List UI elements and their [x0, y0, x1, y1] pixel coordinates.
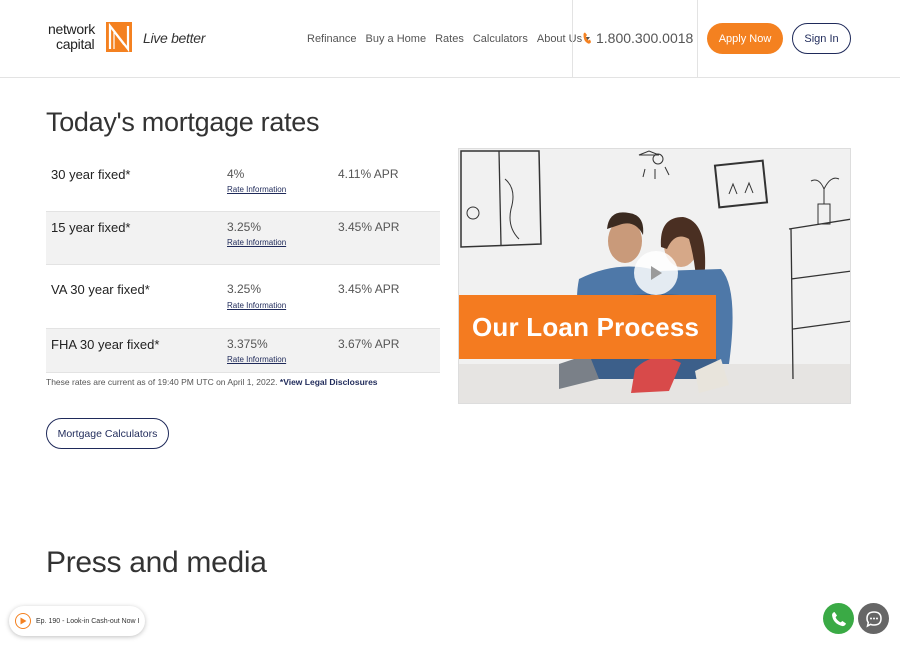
- mortgage-calculators-button[interactable]: Mortgage Calculators: [46, 418, 169, 449]
- play-icon: [651, 266, 662, 280]
- podcast-play-button[interactable]: [15, 613, 31, 629]
- logo[interactable]: network capital: [48, 20, 138, 56]
- nav-buy-a-home[interactable]: Buy a Home: [366, 33, 427, 45]
- press-title: Press and media: [46, 546, 267, 579]
- nav-refinance[interactable]: Refinance: [307, 33, 357, 45]
- podcast-player[interactable]: Ep. 190 - Look-in Cash-out Now I: [9, 606, 145, 636]
- rate-apr: 4.11% APR: [338, 167, 399, 181]
- rate-info-link[interactable]: Rate Information: [227, 301, 286, 310]
- video-title-banner: Our Loan Process: [459, 295, 716, 359]
- loan-process-video[interactable]: Our Loan Process: [458, 148, 851, 404]
- chat-button[interactable]: [858, 603, 889, 634]
- rate-info-link[interactable]: Rate Information: [227, 238, 286, 247]
- tagline: Live better: [143, 30, 206, 46]
- nav-calculators[interactable]: Calculators: [473, 33, 528, 45]
- rate-name: 30 year fixed*: [51, 167, 131, 182]
- rates-disclaimer: These rates are current as of 19:40 PM U…: [46, 377, 378, 387]
- rate-info-link[interactable]: Rate Information: [227, 355, 286, 364]
- phone-link[interactable]: 1.800.300.0018: [583, 30, 693, 46]
- rate-row: 15 year fixed* 3.25% Rate Information 3.…: [46, 212, 440, 265]
- rate-value: 3.25%: [227, 220, 262, 234]
- apply-now-button[interactable]: Apply Now: [707, 23, 783, 54]
- rate-name: FHA 30 year fixed*: [51, 337, 160, 352]
- rate-apr: 3.67% APR: [338, 337, 400, 351]
- phone-number: 1.800.300.0018: [596, 30, 694, 46]
- main-nav: Refinance Buy a Home Rates Calculators A…: [307, 33, 591, 45]
- podcast-episode-title: Ep. 190 - Look-in Cash-out Now I: [36, 617, 140, 625]
- play-icon: [20, 617, 27, 625]
- rate-row: FHA 30 year fixed* 3.375% Rate Informati…: [46, 329, 440, 373]
- logo-text: network capital: [48, 22, 95, 52]
- call-icon: [831, 611, 846, 626]
- rate-info-link[interactable]: Rate Information: [227, 185, 286, 194]
- sign-in-button[interactable]: Sign In: [792, 23, 851, 54]
- rate-value: 3.375%: [227, 337, 268, 351]
- site-header: network capital Live better Refinance Bu…: [0, 0, 900, 78]
- rate-row: 30 year fixed* 4% Rate Information 4.11%…: [46, 150, 440, 212]
- rate-name: VA 30 year fixed*: [51, 282, 150, 297]
- rate-row: VA 30 year fixed* 3.25% Rate Information…: [46, 265, 440, 329]
- logo-line2: capital: [56, 36, 95, 52]
- rates-table: 30 year fixed* 4% Rate Information 4.11%…: [46, 150, 440, 373]
- rates-title: Today's mortgage rates: [46, 107, 320, 137]
- call-button[interactable]: [823, 603, 854, 634]
- video-play-button[interactable]: [634, 251, 678, 295]
- logo-line1: network: [48, 21, 95, 37]
- rate-value: 3.25%: [227, 282, 262, 296]
- rate-name: 15 year fixed*: [51, 220, 131, 235]
- header-divider: [697, 0, 698, 78]
- disclaimer-text: These rates are current as of 19:40 PM U…: [46, 377, 278, 387]
- rate-value: 4%: [227, 167, 245, 181]
- nav-about-us-label: About Us: [536, 33, 583, 45]
- phone-icon: [583, 32, 591, 44]
- legal-disclosures-link[interactable]: *View Legal Disclosures: [280, 377, 378, 387]
- nav-rates[interactable]: Rates: [435, 33, 464, 45]
- rate-apr: 3.45% APR: [338, 220, 400, 234]
- rate-apr: 3.45% APR: [338, 282, 400, 296]
- header-divider: [572, 0, 573, 78]
- logo-mark-icon: [106, 22, 132, 52]
- chat-icon: [865, 610, 882, 627]
